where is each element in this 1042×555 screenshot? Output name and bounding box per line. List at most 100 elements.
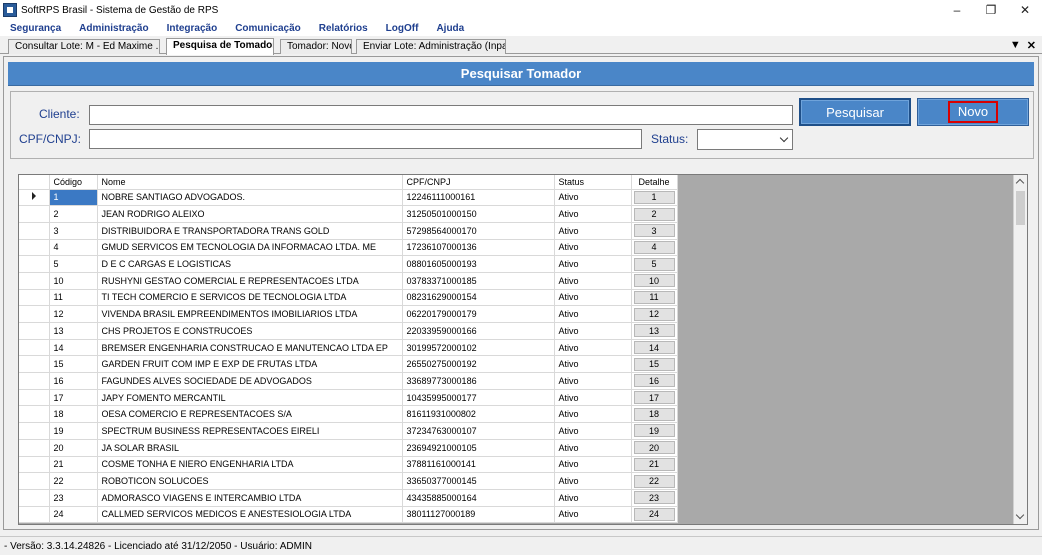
- table-row[interactable]: 10 RUSHYNI GESTAO COMERCIAL E REPRESENTAC…: [19, 272, 678, 290]
- column-header-status[interactable]: Status: [554, 175, 632, 190]
- minimize-button[interactable]: –: [940, 0, 974, 20]
- cell-status[interactable]: Ativo: [554, 506, 632, 524]
- detalhe-button[interactable]: 15: [633, 357, 675, 371]
- row-selector[interactable]: [19, 289, 50, 307]
- cell-cpf-cnpj[interactable]: 37234763000107: [402, 422, 555, 440]
- pesquisar-button[interactable]: Pesquisar: [799, 98, 911, 126]
- table-row[interactable]: 24 CALLMED SERVICOS MEDICOS E ANESTESIOLO…: [19, 506, 678, 524]
- menu-ajuda[interactable]: Ajuda: [434, 23, 466, 34]
- table-row[interactable]: 14 BREMSER ENGENHARIA CONSTRUCAO E MANUTE…: [19, 339, 678, 357]
- cell-nome[interactable]: RUSHYNI GESTAO COMERCIAL E REPRESENTACOE…: [97, 272, 403, 290]
- restore-button[interactable]: ❐: [974, 0, 1008, 20]
- cell-codigo[interactable]: 24: [49, 506, 98, 524]
- menu-integracao[interactable]: Integração: [165, 23, 220, 34]
- table-row[interactable]: 2 JEAN RODRIGO ALEIXO 31250501000150 Ativo 2: [19, 205, 678, 223]
- cell-nome[interactable]: TI TECH COMERCIO E SERVICOS DE TECNOLOGI…: [97, 289, 403, 307]
- detalhe-button[interactable]: 21: [633, 457, 675, 471]
- cell-nome[interactable]: SPECTRUM BUSINESS REPRESENTACOES EIRELI: [97, 422, 403, 440]
- cell-nome[interactable]: ROBOTICON SOLUCOES: [97, 472, 403, 490]
- scroll-thumb[interactable]: [1016, 191, 1025, 225]
- row-selector[interactable]: [19, 405, 50, 424]
- table-row[interactable]: 15 GARDEN FRUIT COM IMP E EXP DE FRUTAS L…: [19, 355, 678, 374]
- cell-status[interactable]: Ativo: [554, 205, 632, 223]
- table-row[interactable]: 13 CHS PROJETOS E CONSTRUCOES 220339590001…: [19, 322, 678, 340]
- detalhe-button[interactable]: 24: [633, 507, 675, 521]
- cell-status[interactable]: Ativo: [554, 239, 632, 257]
- table-row[interactable]: 3 DISTRIBUIDORA E TRANSPORTADORA TRANS GO…: [19, 222, 678, 240]
- cell-codigo[interactable]: 17: [49, 389, 98, 407]
- row-selector[interactable]: [19, 305, 50, 323]
- detalhe-button[interactable]: 3: [633, 224, 675, 238]
- table-row[interactable]: 23 ADMORASCO VIAGENS E INTERCAMBIO LTDA 43…: [19, 489, 678, 507]
- table-row[interactable]: 4 GMUD SERVICOS EM TECNOLOGIA DA INFORMAC…: [19, 239, 678, 257]
- detalhe-button[interactable]: 16: [633, 374, 675, 388]
- detalhe-button[interactable]: 11: [633, 290, 675, 304]
- cell-codigo[interactable]: 10: [49, 272, 98, 290]
- row-selector[interactable]: [19, 355, 50, 374]
- detalhe-button[interactable]: 18: [633, 407, 675, 421]
- cell-codigo[interactable]: 15: [49, 355, 98, 374]
- menu-administracao[interactable]: Administração: [77, 23, 150, 34]
- cell-nome[interactable]: DISTRIBUIDORA E TRANSPORTADORA TRANS GOL…: [97, 222, 403, 240]
- status-select[interactable]: [697, 129, 793, 150]
- row-selector[interactable]: [19, 506, 50, 524]
- cell-codigo[interactable]: 18: [49, 405, 98, 424]
- row-selector[interactable]: [19, 456, 50, 474]
- tab-tomador-novo[interactable]: Tomador: Novo: [280, 39, 352, 54]
- cell-nome[interactable]: JA SOLAR BRASIL: [97, 439, 403, 457]
- cell-status[interactable]: Ativo: [554, 389, 632, 407]
- cell-cpf-cnpj[interactable]: 31250501000150: [402, 205, 555, 223]
- scroll-down-icon[interactable]: [1015, 510, 1025, 520]
- cell-cpf-cnpj[interactable]: 17236107000136: [402, 239, 555, 257]
- novo-button[interactable]: Novo: [917, 98, 1029, 126]
- table-row[interactable]: 22 ROBOTICON SOLUCOES 33650377000145 Ativo 2…: [19, 472, 678, 490]
- cell-status[interactable]: Ativo: [554, 439, 632, 457]
- cell-codigo[interactable]: 23: [49, 489, 98, 507]
- cell-cpf-cnpj[interactable]: 81611931000802: [402, 405, 555, 424]
- row-selector[interactable]: [19, 372, 50, 390]
- cell-codigo[interactable]: 11: [49, 289, 98, 307]
- detalhe-button[interactable]: 2: [633, 207, 675, 221]
- cell-nome[interactable]: JEAN RODRIGO ALEIXO: [97, 205, 403, 223]
- cell-nome[interactable]: BREMSER ENGENHARIA CONSTRUCAO E MANUTENC…: [97, 339, 403, 357]
- cell-nome[interactable]: ADMORASCO VIAGENS E INTERCAMBIO LTDA: [97, 489, 403, 507]
- cell-cpf-cnpj[interactable]: 38011127000189: [402, 506, 555, 524]
- cell-nome[interactable]: CALLMED SERVICOS MEDICOS E ANESTESIOLOGI…: [97, 506, 403, 524]
- tab-list-dropdown-icon[interactable]: ▼: [1010, 39, 1021, 52]
- detalhe-button[interactable]: 19: [633, 424, 675, 438]
- table-row[interactable]: 5D E C CARGAS E LOGISTICAS 08801605000193…: [19, 255, 678, 273]
- detalhe-button[interactable]: 5: [633, 257, 675, 271]
- detalhe-button[interactable]: 12: [633, 307, 675, 321]
- cell-cpf-cnpj[interactable]: 30199572000102: [402, 339, 555, 357]
- table-row[interactable]: 18 OESA COMERCIO E REPRESENTACOES S/A 8161…: [19, 405, 678, 424]
- cell-nome[interactable]: GARDEN FRUIT COM IMP E EXP DE FRUTAS LTD…: [97, 355, 403, 374]
- cell-codigo[interactable]: 3: [49, 222, 98, 240]
- column-header-detalhe[interactable]: Detalhe: [631, 175, 678, 190]
- close-window-button[interactable]: ✕: [1008, 0, 1042, 20]
- column-header-cpf-cnpj[interactable]: CPF/CNPJ: [402, 175, 555, 190]
- detalhe-button[interactable]: 10: [633, 274, 675, 288]
- detalhe-button[interactable]: 23: [633, 491, 675, 505]
- row-selector[interactable]: [19, 422, 50, 440]
- cell-status[interactable]: Ativo: [554, 305, 632, 323]
- row-selector[interactable]: [19, 439, 50, 457]
- cell-cpf-cnpj[interactable]: 22033959000166: [402, 322, 555, 340]
- cell-codigo[interactable]: 2: [49, 205, 98, 223]
- cell-status[interactable]: Ativo: [554, 372, 632, 390]
- table-row[interactable]: 12 VIVENDA BRASIL EMPREENDIMENTOS IMOBILI…: [19, 305, 678, 323]
- cell-codigo[interactable]: 21: [49, 456, 98, 474]
- tab-pesquisa-tomadores[interactable]: Pesquisa de Tomadores: [166, 38, 274, 55]
- cell-codigo[interactable]: 14: [49, 339, 98, 357]
- cell-cpf-cnpj[interactable]: 33650377000145: [402, 472, 555, 490]
- cell-nome[interactable]: NOBRE SANTIAGO ADVOGADOS.: [97, 189, 403, 207]
- column-header-nome[interactable]: Nome: [97, 175, 403, 190]
- row-selector[interactable]: [19, 472, 50, 490]
- cell-status[interactable]: Ativo: [554, 272, 632, 290]
- cell-status[interactable]: Ativo: [554, 405, 632, 424]
- cell-codigo[interactable]: 12: [49, 305, 98, 323]
- menu-seguranca[interactable]: Segurança: [8, 23, 63, 34]
- table-row[interactable]: 21 COSME TONHA E NIERO ENGENHARIA LTDA 378…: [19, 456, 678, 474]
- cliente-input[interactable]: [89, 105, 793, 125]
- row-selector[interactable]: [19, 255, 50, 273]
- cell-nome[interactable]: FAGUNDES ALVES SOCIEDADE DE ADVOGADOS: [97, 372, 403, 390]
